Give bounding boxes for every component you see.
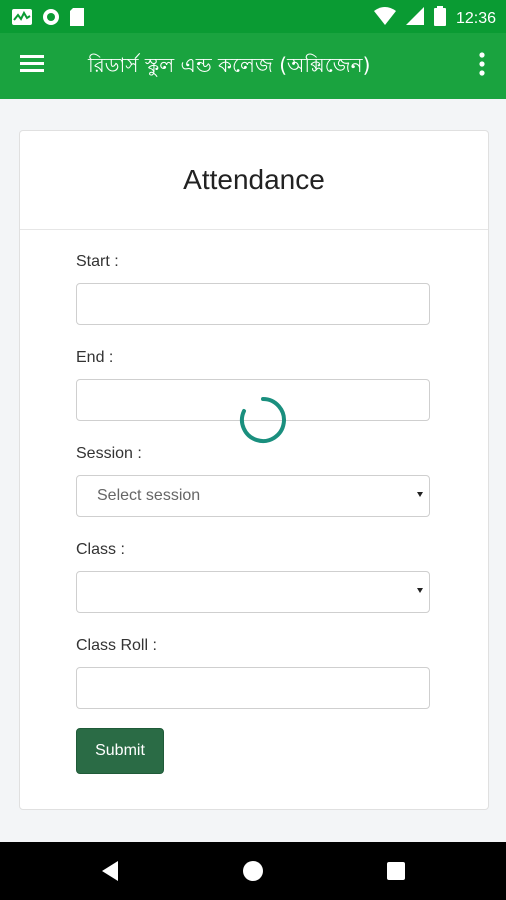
dropdown-caret-icon bbox=[417, 588, 423, 593]
start-label: Start : bbox=[76, 253, 119, 270]
app-bar: রিডার্স স্কুল এন্ড কলেজ (অক্সিজেন) bbox=[0, 33, 506, 99]
status-time: 12:36 bbox=[455, 9, 496, 27]
dropdown-caret-icon bbox=[417, 492, 423, 497]
attendance-card: Attendance Start : End : Session : Selec… bbox=[19, 130, 489, 810]
sim-card-icon bbox=[70, 8, 84, 31]
class-roll-input[interactable] bbox=[76, 667, 430, 709]
more-vert-icon[interactable] bbox=[478, 51, 488, 81]
battery-icon bbox=[433, 6, 446, 31]
class-roll-label: Class Roll : bbox=[76, 637, 157, 654]
signal-icon bbox=[405, 7, 424, 30]
submit-button[interactable]: Submit bbox=[76, 728, 164, 774]
home-icon[interactable] bbox=[242, 860, 264, 887]
status-bar: 12:36 bbox=[0, 0, 506, 33]
hamburger-menu-icon[interactable] bbox=[20, 53, 50, 77]
session-select[interactable]: Select session bbox=[76, 475, 430, 517]
session-label: Session : bbox=[76, 445, 142, 462]
recent-apps-icon[interactable] bbox=[386, 861, 406, 886]
class-select[interactable] bbox=[76, 571, 430, 613]
navigation-bar bbox=[0, 842, 506, 900]
record-icon bbox=[42, 8, 60, 31]
loading-spinner-icon bbox=[238, 395, 288, 445]
page-title: Attendance bbox=[20, 131, 488, 230]
app-title: রিডার্স স্কুল এন্ড কলেজ (অক্সিজেন) bbox=[88, 53, 371, 77]
class-label: Class : bbox=[76, 541, 125, 558]
wifi-icon bbox=[373, 7, 396, 30]
session-select-value: Select session bbox=[97, 487, 201, 504]
activity-icon bbox=[12, 9, 32, 30]
back-icon[interactable] bbox=[100, 860, 120, 887]
end-label: End : bbox=[76, 349, 114, 366]
start-date-input[interactable] bbox=[76, 283, 430, 325]
